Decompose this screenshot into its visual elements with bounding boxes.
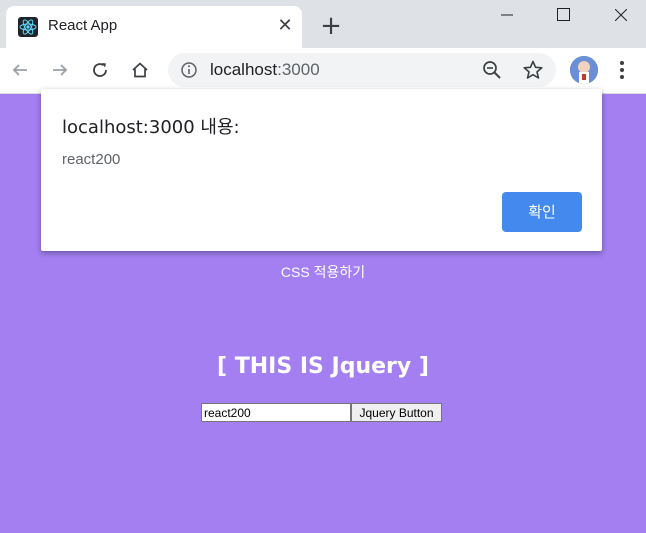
maximize-icon — [556, 8, 570, 21]
dialog-message: react200 — [62, 151, 121, 168]
jquery-button[interactable]: Jquery Button — [351, 403, 442, 422]
tab-title: React App — [48, 17, 118, 34]
dialog-title: localhost:3000 내용: — [62, 117, 240, 138]
maximize-button[interactable] — [540, 0, 586, 30]
forward-button[interactable] — [46, 56, 74, 84]
home-button[interactable] — [126, 56, 154, 84]
alert-dialog: localhost:3000 내용: react200 확인 — [41, 89, 602, 251]
react-logo-icon — [18, 17, 38, 37]
minimize-button[interactable] — [484, 0, 530, 30]
url-text: localhost:3000 — [210, 60, 320, 80]
arrow-left-icon — [12, 64, 27, 76]
browser-titlebar: React App ✕ + — [0, 0, 646, 48]
jquery-text-input[interactable] — [201, 403, 351, 422]
jquery-form-row: Jquery Button — [201, 403, 442, 422]
close-window-button[interactable] — [598, 0, 644, 30]
browser-toolbar: localhost:3000 — [0, 48, 646, 94]
url-port: :3000 — [277, 60, 320, 79]
reload-button[interactable] — [86, 56, 114, 84]
home-icon — [132, 62, 148, 78]
browser-tab[interactable]: React App ✕ — [6, 6, 302, 48]
avatar-icon — [570, 56, 598, 84]
tab-close-icon[interactable]: ✕ — [274, 15, 296, 37]
more-vert-icon[interactable] — [612, 58, 632, 82]
jquery-title: [ THIS IS Jquery ] — [217, 354, 429, 379]
css-apply-label: CSS 적용하기 — [280, 264, 366, 280]
new-tab-button[interactable]: + — [318, 13, 344, 39]
reload-icon — [93, 63, 107, 77]
arrow-right-icon — [53, 64, 68, 76]
back-button[interactable] — [6, 56, 34, 84]
info-icon[interactable] — [180, 61, 198, 79]
profile-avatar[interactable] — [570, 56, 598, 84]
zoom-out-icon[interactable] — [482, 60, 502, 80]
url-host: localhost — [210, 60, 278, 79]
dialog-ok-button[interactable]: 확인 — [502, 192, 582, 232]
address-bar[interactable]: localhost:3000 — [168, 53, 556, 87]
star-icon[interactable] — [522, 59, 544, 81]
